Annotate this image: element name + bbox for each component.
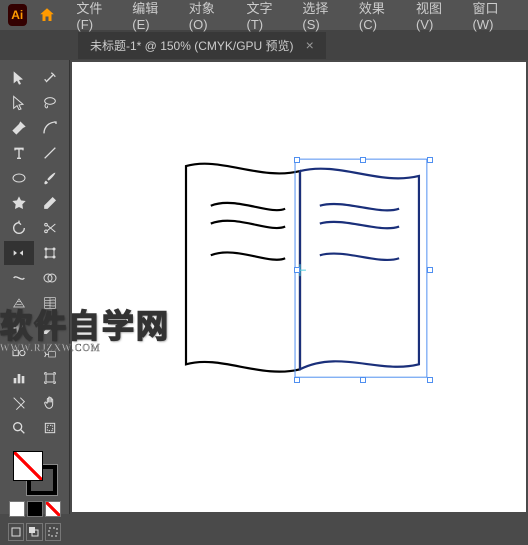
selection-handle[interactable] — [294, 267, 300, 273]
pen-tool[interactable] — [4, 116, 34, 140]
gradient-tool[interactable] — [4, 316, 34, 340]
selection-tool[interactable] — [4, 66, 34, 90]
document-tab[interactable]: 未标题-1* @ 150% (CMYK/GPU 预览) × — [78, 32, 326, 59]
lasso-tool[interactable] — [35, 91, 65, 115]
tab-close-button[interactable]: × — [306, 37, 314, 53]
ellipse-tool[interactable] — [4, 166, 34, 190]
free-transform-tool[interactable] — [35, 241, 65, 265]
zoom-tool[interactable] — [4, 416, 34, 440]
hand-tool[interactable] — [35, 391, 65, 415]
shaper-tool[interactable] — [4, 191, 34, 215]
direct-selection-tool[interactable] — [4, 91, 34, 115]
canvas-area[interactable] — [70, 60, 528, 514]
magic-wand-tool[interactable] — [35, 66, 65, 90]
blend-tool[interactable] — [4, 341, 34, 365]
draw-behind-mode[interactable] — [26, 523, 42, 541]
mesh-tool[interactable] — [35, 291, 65, 315]
slice-tool[interactable] — [4, 391, 34, 415]
app-icon: Ai — [8, 4, 27, 26]
symbol-sprayer-tool[interactable] — [35, 341, 65, 365]
eraser-tool[interactable] — [35, 191, 65, 215]
draw-normal-mode[interactable] — [8, 523, 24, 541]
selection-handle[interactable] — [294, 157, 300, 163]
selection-handle[interactable] — [294, 377, 300, 383]
color-swatch[interactable] — [9, 501, 25, 517]
reflect-tool[interactable] — [4, 241, 34, 265]
selection-handle[interactable] — [360, 157, 366, 163]
home-button[interactable] — [37, 4, 59, 26]
tab-title: 未标题-1* @ 150% (CMYK/GPU 预览) — [90, 37, 294, 54]
shape-builder-tool[interactable] — [35, 266, 65, 290]
scissors-tool[interactable] — [35, 216, 65, 240]
width-tool[interactable] — [4, 266, 34, 290]
rotate-tool[interactable] — [4, 216, 34, 240]
column-graph-tool[interactable] — [4, 366, 34, 390]
print-tiling-tool[interactable] — [35, 416, 65, 440]
eyedropper-tool[interactable] — [35, 316, 65, 340]
artboard-tool[interactable] — [35, 366, 65, 390]
curvature-tool[interactable] — [35, 116, 65, 140]
color-controls — [4, 447, 65, 545]
menu-view[interactable]: 视图(V) — [408, 0, 461, 36]
gradient-swatch[interactable] — [27, 501, 43, 517]
toolbox — [0, 60, 70, 514]
type-tool[interactable] — [4, 141, 34, 165]
artboard[interactable] — [72, 62, 526, 512]
menu-effect[interactable]: 效果(C) — [351, 0, 404, 36]
selection-handle[interactable] — [427, 377, 433, 383]
selection-handle[interactable] — [360, 377, 366, 383]
fill-stroke-indicator[interactable] — [13, 451, 57, 495]
menu-bar: Ai 文件(F) 编辑(E) 对象(O) 文字(T) 选择(S) 效果(C) 视… — [0, 0, 528, 30]
none-swatch[interactable] — [45, 501, 61, 517]
artwork — [72, 62, 526, 512]
selection-handle[interactable] — [427, 157, 433, 163]
paintbrush-tool[interactable] — [35, 166, 65, 190]
selection-handle[interactable] — [427, 267, 433, 273]
fill-color-box[interactable] — [13, 451, 43, 481]
draw-inside-mode[interactable] — [45, 523, 61, 541]
line-tool[interactable] — [35, 141, 65, 165]
perspective-grid-tool[interactable] — [4, 291, 34, 315]
menu-window[interactable]: 窗口(W) — [464, 0, 520, 36]
